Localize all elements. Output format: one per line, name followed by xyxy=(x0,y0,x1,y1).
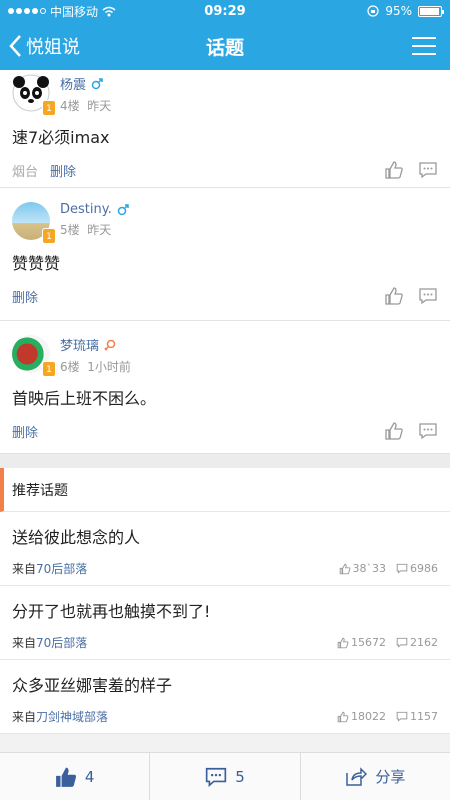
comment-icon[interactable] xyxy=(418,422,438,440)
avatar[interactable]: 1 xyxy=(12,74,56,116)
carrier-label: 中国移动 xyxy=(50,4,99,19)
comment-count: 6986 xyxy=(410,562,438,575)
thumbs-up-icon[interactable] xyxy=(384,421,404,441)
floor-label: 4楼 xyxy=(60,99,80,113)
recommended-header: 推荐话题 xyxy=(0,468,450,512)
like-button[interactable]: 4 xyxy=(0,753,149,800)
like-count: 18022 xyxy=(351,710,386,723)
status-bar: 中国移动 09:29 95% xyxy=(0,0,450,22)
username[interactable]: 梦琉璃 xyxy=(60,335,99,354)
section-divider xyxy=(0,454,450,468)
male-icon xyxy=(91,77,103,89)
group-link[interactable]: 70后部落 xyxy=(36,636,87,650)
thumbs-up-icon xyxy=(337,711,349,722)
like-count: 38`33 xyxy=(352,562,387,575)
back-label: 悦姐说 xyxy=(26,37,80,58)
time-label: 昨天 xyxy=(87,99,112,113)
status-time: 09:29 xyxy=(204,3,246,19)
thumbs-up-icon xyxy=(339,563,350,574)
scroll-content[interactable]: 1 杨震 4楼 昨天 速7必须imax 烟台 删除 1 Destiny. 5楼 … xyxy=(0,70,450,752)
username[interactable]: Destiny. xyxy=(60,202,112,217)
source-prefix: 来自 xyxy=(12,636,37,650)
back-button[interactable]: 悦姐说 xyxy=(0,33,120,59)
rotation-lock-icon xyxy=(367,5,379,17)
thumbs-up-icon xyxy=(55,767,76,787)
time-label: 昨天 xyxy=(87,223,112,237)
comment-item: 1 Destiny. 5楼 昨天 赞赞赞 删除 xyxy=(0,188,450,321)
floor-label: 6楼 xyxy=(60,360,80,374)
location-label: 烟台 xyxy=(12,164,39,180)
share-icon xyxy=(346,766,368,786)
topic-item[interactable]: 送给彼此想念的人 来自70后部落 38`33 6986 xyxy=(0,512,450,586)
topic-title: 分开了也就再也触摸不到了! xyxy=(12,602,211,621)
comment-text: 赞赞赞 xyxy=(12,254,61,273)
share-button[interactable]: 分享 xyxy=(299,753,450,800)
floor-label: 5楼 xyxy=(60,223,80,237)
topic-item[interactable]: 分开了也就再也触摸不到了! 来自70后部落 15672 2162 xyxy=(0,586,450,660)
male-icon xyxy=(117,203,129,215)
topic-item[interactable]: 众多亚丝娜害羞的样子 来自刀剑神域部落 18022 1157 xyxy=(0,660,450,734)
comment-button[interactable]: 5 xyxy=(149,753,299,800)
delete-link[interactable]: 删除 xyxy=(12,422,38,441)
comment-icon xyxy=(396,637,408,648)
avatar[interactable]: 1 xyxy=(12,335,56,377)
thumbs-up-icon[interactable] xyxy=(384,286,404,306)
wifi-icon xyxy=(102,6,116,16)
comment-count: 1157 xyxy=(410,710,438,723)
nav-bar: 悦姐说 话题 xyxy=(0,22,450,70)
battery-percent: 95% xyxy=(385,4,412,18)
page-title: 话题 xyxy=(205,36,244,59)
username[interactable]: 杨震 xyxy=(60,74,86,93)
like-count: 4 xyxy=(84,767,95,786)
thumbs-up-icon[interactable] xyxy=(384,160,404,180)
comment-icon xyxy=(396,563,408,574)
comment-item: 1 梦琉璃 6楼 1小时前 首映后上班不困么。 删除 xyxy=(0,321,450,454)
comment-icon xyxy=(396,711,408,722)
menu-button[interactable] xyxy=(330,36,450,56)
comment-text: 速7必须imax xyxy=(12,128,110,147)
comment-item: 1 杨震 4楼 昨天 速7必须imax 烟台 删除 xyxy=(0,70,450,188)
delete-link[interactable]: 删除 xyxy=(12,287,38,306)
avatar[interactable]: 1 xyxy=(12,202,56,244)
thumbs-up-icon xyxy=(337,637,349,648)
time-label: 1小时前 xyxy=(87,360,131,374)
comment-icon xyxy=(206,767,227,787)
share-label: 分享 xyxy=(375,768,406,786)
topic-title: 送给彼此想念的人 xyxy=(12,528,141,547)
level-badge: 1 xyxy=(42,361,56,377)
comment-count: 2162 xyxy=(410,636,438,649)
comment-icon[interactable] xyxy=(418,287,438,305)
group-link[interactable]: 刀剑神域部落 xyxy=(36,710,108,724)
delete-link[interactable]: 删除 xyxy=(50,161,76,180)
comment-icon[interactable] xyxy=(418,161,438,179)
source-prefix: 来自 xyxy=(12,710,37,724)
topic-title: 众多亚丝娜害羞的样子 xyxy=(12,676,173,695)
like-count: 15672 xyxy=(351,636,386,649)
battery-icon xyxy=(418,5,444,17)
female-icon xyxy=(104,339,116,351)
signal-icon xyxy=(8,8,46,14)
bottom-action-bar: 4 5 分享 xyxy=(0,752,450,800)
comment-text: 首映后上班不困么。 xyxy=(12,389,157,408)
source-prefix: 来自 xyxy=(12,562,37,576)
comment-count: 5 xyxy=(235,767,245,786)
group-link[interactable]: 70后部落 xyxy=(36,562,87,576)
menu-icon xyxy=(412,37,436,55)
level-badge: 1 xyxy=(42,228,56,244)
chevron-left-icon xyxy=(9,35,21,57)
level-badge: 1 xyxy=(42,100,56,116)
